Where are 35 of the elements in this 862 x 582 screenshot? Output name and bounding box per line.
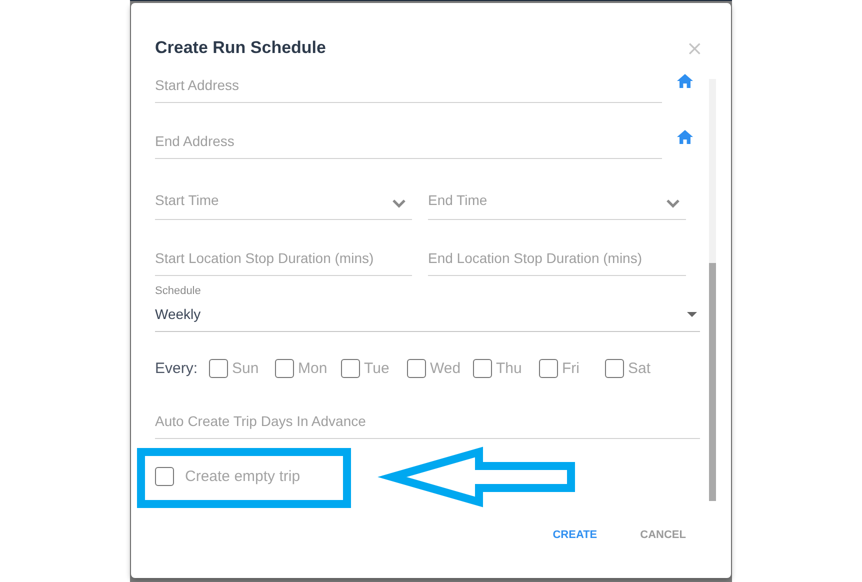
cancel-button[interactable]: CANCEL	[624, 517, 702, 553]
duration-field[interactable]: Start Location Stop Duration (mins)	[155, 246, 412, 276]
days-in-advance-field[interactable]: Auto Create Trip Days In Advance	[155, 409, 700, 439]
day-label: Tue	[364, 360, 390, 376]
close-button[interactable]: ×	[686, 38, 703, 58]
address-field[interactable]: End Address	[155, 129, 662, 159]
dialog-title: Create Run Schedule	[155, 36, 326, 58]
home-icon	[677, 130, 693, 144]
scrollbar-thumb[interactable]	[709, 263, 716, 501]
time-select[interactable]: Start Time	[155, 190, 412, 220]
day-label: Mon	[298, 360, 328, 376]
home-icon	[677, 74, 693, 88]
checkbox[interactable]	[341, 358, 360, 378]
chevron-icon	[666, 199, 680, 208]
checkbox[interactable]	[155, 466, 174, 486]
day-label: Fri	[562, 360, 580, 376]
chevron-icon	[392, 199, 406, 208]
create-button[interactable]: CREATE	[536, 517, 614, 553]
caret-icon	[687, 312, 697, 316]
checkbox[interactable]	[275, 358, 294, 378]
checkbox[interactable]	[539, 358, 558, 378]
checkbox[interactable]	[209, 358, 228, 378]
checkbox[interactable]	[473, 358, 492, 378]
checkbox[interactable]	[407, 358, 426, 378]
schedule-select[interactable]: Schedule Weekly	[155, 284, 700, 332]
every-label: Every:	[155, 360, 199, 376]
day-label: Thu	[496, 360, 522, 376]
day-label: Sat	[628, 360, 651, 376]
address-field[interactable]: Start Address	[155, 73, 662, 103]
checkbox[interactable]	[605, 358, 624, 378]
time-select[interactable]: End Time	[428, 190, 686, 220]
checkbox-label: Create empty trip	[185, 468, 300, 484]
day-label: Wed	[430, 360, 461, 376]
day-label: Sun	[232, 360, 259, 376]
duration-field[interactable]: End Location Stop Duration (mins)	[428, 246, 686, 276]
